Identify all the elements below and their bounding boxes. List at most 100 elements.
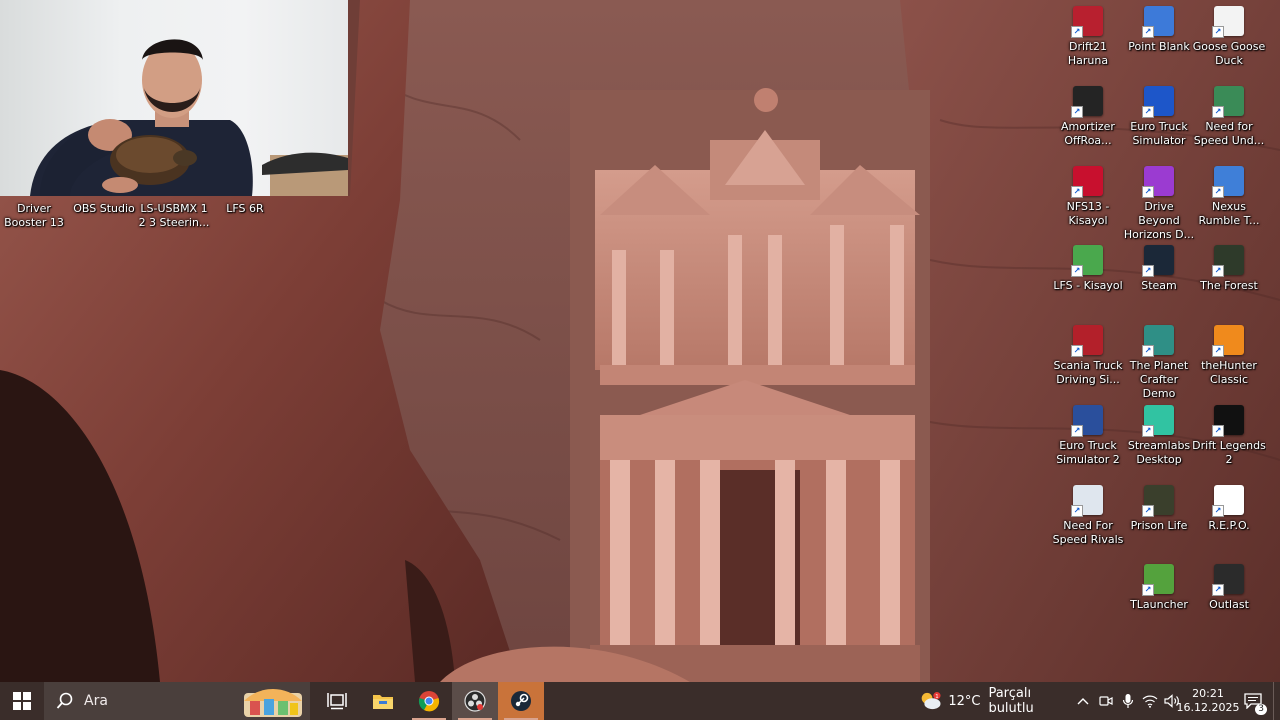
show-desktop-button[interactable] — [1273, 682, 1280, 720]
nfs-rivals-icon: ↗ — [1071, 485, 1103, 517]
file-icon: ↗ — [1212, 485, 1244, 517]
nfs13-icon: ↗ — [1071, 166, 1103, 198]
svg-text:1: 1 — [935, 694, 938, 700]
desktop-icon-label: The Forest — [1200, 279, 1258, 292]
notification-center-button[interactable]: 3 — [1233, 682, 1273, 720]
weather-widget[interactable]: 1 12°C Parçalı bulutlu — [915, 682, 1071, 720]
hunter-icon: ↗ — [1212, 325, 1244, 357]
desktop-icon[interactable]: ↗ Amortizer OffRoa... — [1053, 86, 1123, 148]
desktop-icon[interactable]: ↗ TLauncher — [1124, 564, 1194, 612]
desktop-icon[interactable]: ↗ The Forest — [1194, 245, 1264, 293]
desktop-icon-label: R.E.P.O. — [1208, 519, 1250, 532]
search-icon — [56, 692, 73, 709]
desktop-icon-label: NFS13 - Kisayol — [1066, 200, 1110, 227]
desktop-icon-label: Steam — [1141, 279, 1177, 292]
obs-taskbar-button[interactable] — [452, 682, 498, 720]
desktop-icon-label: Drift Legends 2 — [1192, 439, 1266, 466]
shortcut-arrow-icon: ↗ — [1212, 26, 1224, 38]
desktop-icon-label: The Planet Crafter Demo — [1129, 359, 1189, 400]
desktop-icon-label: Outlast — [1209, 598, 1249, 611]
system-tray: 1 12°C Parçalı bulutlu 20:21 16.12.2025 … — [915, 682, 1280, 720]
shortcut-arrow-icon: ↗ — [1142, 265, 1154, 277]
shortcut-arrow-icon: ↗ — [1142, 106, 1154, 118]
desktop-icon[interactable]: ↗ Need for Speed Und... — [1194, 86, 1264, 148]
clock-time: 20:21 — [1192, 687, 1224, 700]
desktop-icon[interactable]: ↗ R.E.P.O. — [1194, 485, 1264, 533]
point-blank-icon: ↗ — [1142, 6, 1174, 38]
desktop-icon[interactable]: ↗ NFS13 - Kisayol — [1053, 166, 1123, 228]
desktop-icon-label: LS-USBMX 1 2 3 Steerin... — [138, 202, 210, 229]
forest-icon: ↗ — [1212, 245, 1244, 277]
prison-life-icon: ↗ — [1142, 485, 1174, 517]
desktop-icon[interactable]: ↗ The Planet Crafter Demo — [1124, 325, 1194, 401]
ets2-icon: ↗ — [1071, 405, 1103, 437]
chrome-button[interactable] — [406, 682, 452, 720]
search-placeholder: Ara — [84, 693, 108, 709]
desktop-icon[interactable]: ↗ Euro Truck Simulator 2 — [1053, 405, 1123, 467]
planet-crafter-icon: ↗ — [1142, 325, 1174, 357]
nfs-underground-icon: ↗ — [1212, 86, 1244, 118]
desktop-icon-label: Drive Beyond Horizons D... — [1123, 200, 1195, 241]
desktop-icon-label: Prison Life — [1130, 519, 1188, 532]
desktop-icon[interactable]: ↗ Outlast — [1194, 564, 1264, 612]
shortcut-arrow-icon: ↗ — [1142, 584, 1154, 596]
desktop-icon-label: Euro Truck Simulator 2 — [1056, 439, 1120, 466]
task-view-button[interactable] — [314, 682, 360, 720]
microphone-button[interactable] — [1117, 682, 1139, 720]
taskbar: Ara 1 12°C Parçalı bulutlu 20:21 16.12.2… — [0, 682, 1280, 720]
file-explorer-button[interactable] — [360, 682, 406, 720]
desktop-icon-ls-usbmx[interactable]: LS-USBMX 1 2 3 Steerin... — [138, 198, 210, 230]
desktop-icon[interactable]: ↗ Scania Truck Driving Si... — [1053, 325, 1123, 387]
shortcut-arrow-icon: ↗ — [1071, 26, 1083, 38]
desktop-icon[interactable]: ↗ Nexus Rumble T... — [1194, 166, 1264, 228]
show-hidden-icons-button[interactable] — [1071, 682, 1095, 720]
desktop-icon-label: Scania Truck Driving Si... — [1053, 359, 1123, 386]
drift21-icon: ↗ — [1071, 6, 1103, 38]
desktop-icon-obs-studio[interactable]: OBS Studio — [69, 198, 139, 216]
search-highlight-illustration-icon — [244, 689, 302, 717]
nexus-icon: ↗ — [1212, 166, 1244, 198]
desktop-icon[interactable]: ↗ Streamlabs Desktop — [1124, 405, 1194, 467]
shortcut-arrow-icon: ↗ — [1212, 265, 1224, 277]
desktop-icon-lfs-6r[interactable]: LFS 6R — [210, 198, 280, 216]
desktop-icon[interactable]: ↗ Goose Goose Duck — [1193, 6, 1265, 68]
desktop-icon-label: Nexus Rumble T... — [1198, 200, 1260, 227]
webcam-overlay — [0, 0, 348, 196]
obs-icon — [464, 690, 486, 712]
desktop-icon-driver-booster[interactable]: Driver Booster 13 — [0, 198, 69, 230]
shortcut-arrow-icon: ↗ — [1212, 186, 1224, 198]
windows-logo-icon — [13, 692, 31, 710]
start-button[interactable] — [0, 682, 44, 720]
desktop-icon[interactable]: ↗ Drive Beyond Horizons D... — [1124, 166, 1194, 242]
desktop-icon[interactable]: ↗ LFS - Kisayol — [1053, 245, 1123, 293]
desktop-icon[interactable]: ↗ Steam — [1124, 245, 1194, 293]
taskbar-search-box[interactable]: Ara — [44, 682, 310, 720]
desktop-icon-label: Drift21 Haruna — [1067, 40, 1109, 67]
shortcut-arrow-icon: ↗ — [1071, 186, 1083, 198]
desktop-icon-label: Point Blank — [1128, 40, 1190, 53]
steam-icon: ↗ — [1142, 245, 1174, 277]
desktop-icon[interactable]: ↗ Drift Legends 2 — [1192, 405, 1266, 467]
desktop-icon[interactable]: ↗ Euro Truck Simulator — [1124, 86, 1194, 148]
desktop-icon[interactable]: ↗ Point Blank — [1124, 6, 1194, 54]
desktop-icon[interactable]: ↗ Prison Life — [1124, 485, 1194, 533]
desktop-icon-label: Driver Booster 13 — [4, 202, 64, 229]
shortcut-arrow-icon: ↗ — [1071, 505, 1083, 517]
network-button[interactable] — [1139, 682, 1161, 720]
steam-taskbar-button[interactable] — [498, 682, 544, 720]
shortcut-arrow-icon: ↗ — [1142, 345, 1154, 357]
desktop-icon[interactable]: ↗ Need For Speed Rivals — [1053, 485, 1123, 547]
weather-temperature: 12°C — [948, 693, 981, 709]
shortcut-arrow-icon: ↗ — [1212, 106, 1224, 118]
desktop-icon-label: Streamlabs Desktop — [1127, 439, 1191, 466]
steam-icon — [511, 691, 531, 711]
weather-condition: Parçalı bulutlu — [988, 686, 1034, 716]
outlast-icon: ↗ — [1212, 564, 1244, 596]
desktop-icon[interactable]: ↗ Drift21 Haruna — [1053, 6, 1123, 68]
shortcut-arrow-icon: ↗ — [1212, 425, 1224, 437]
desktop-icon-label: Need For Speed Rivals — [1052, 519, 1124, 546]
desktop-icon[interactable]: ↗ theHunter Classic — [1194, 325, 1264, 387]
meet-now-button[interactable] — [1095, 682, 1117, 720]
shortcut-arrow-icon: ↗ — [1071, 265, 1083, 277]
clock[interactable]: 20:21 16.12.2025 — [1177, 682, 1240, 720]
